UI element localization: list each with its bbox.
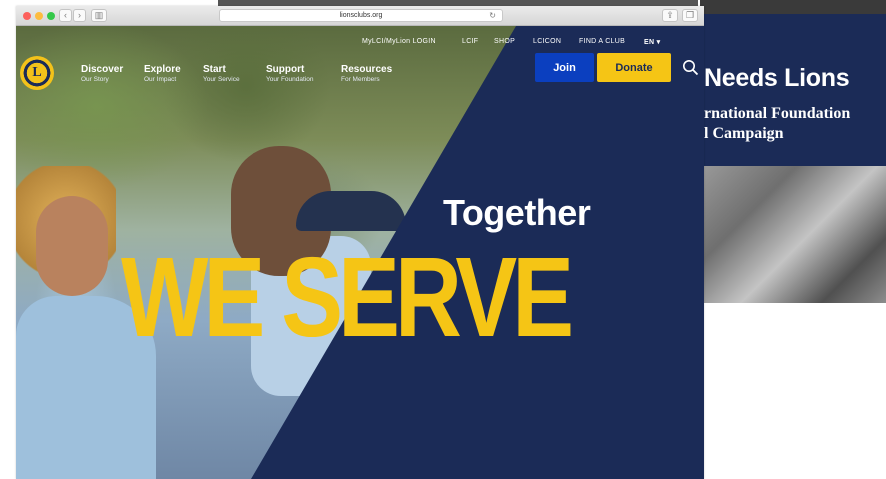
background-subtitle-line1: rnational Foundation: [704, 105, 851, 122]
browser-window: ‹ › ▥ lionsclubs.org ↻ ⇪ ❐ L MyLCI/MyLio…: [16, 6, 704, 479]
forward-button[interactable]: ›: [73, 9, 86, 22]
url-text: lionsclubs.org: [339, 12, 383, 19]
background-top-strip: [700, 0, 886, 14]
search-icon[interactable]: [682, 59, 699, 76]
zoom-window-button[interactable]: [47, 12, 55, 20]
login-link[interactable]: MyLCI/MyLion LOGIN: [362, 38, 436, 45]
tabs-icon: ❐: [685, 10, 695, 20]
nav-start[interactable]: Start Your Service: [203, 64, 240, 84]
join-button[interactable]: Join: [535, 53, 594, 82]
background-page: Needs Lions rnational Foundation l Campa…: [700, 0, 886, 479]
lcif-link[interactable]: LCIF: [462, 38, 478, 45]
search-icon-lens: [683, 60, 695, 72]
background-subtitle: rnational Foundation l Campaign: [704, 104, 850, 144]
browser-toolbar: ‹ › ▥ lionsclubs.org ↻ ⇪ ❐: [16, 6, 704, 26]
donate-button[interactable]: Donate: [597, 53, 671, 82]
search-icon-handle: [692, 69, 699, 76]
nav-support[interactable]: Support Your Foundation: [266, 64, 313, 84]
web-page: L MyLCI/MyLion LOGIN LCIF SHOP LCICON FI…: [16, 26, 704, 479]
nav-start-subtitle: Your Service: [203, 76, 240, 83]
background-title: Needs Lions: [704, 64, 850, 92]
nav-resources-subtitle: For Members: [341, 76, 380, 83]
nav-discover-title: Discover: [81, 64, 124, 75]
close-window-button[interactable]: [23, 12, 31, 20]
nav-discover-subtitle: Our Story: [81, 76, 109, 83]
back-button[interactable]: ‹: [59, 9, 72, 22]
language-selector[interactable]: EN ▾: [644, 38, 660, 46]
nav-discover[interactable]: Discover Our Story: [81, 64, 123, 84]
background-photo: [700, 166, 886, 303]
chevron-left-icon: ‹: [64, 10, 67, 20]
hero-we-serve-text: WE SERVE: [121, 234, 574, 360]
reload-icon[interactable]: ↻: [489, 10, 496, 22]
nav-support-title: Support: [266, 64, 305, 75]
nav-resources-title: Resources: [341, 64, 393, 75]
lions-logo[interactable]: L: [20, 56, 54, 90]
address-bar[interactable]: lionsclubs.org ↻: [219, 9, 503, 22]
nav-start-title: Start: [203, 64, 226, 75]
nav-explore-title: Explore: [144, 64, 181, 75]
sidebar-button[interactable]: ▥: [91, 9, 107, 22]
share-button[interactable]: ⇪: [662, 9, 678, 22]
hero-together-text: Together: [443, 192, 591, 233]
tabs-button[interactable]: ❐: [682, 9, 698, 22]
background-banner: Needs Lions rnational Foundation l Campa…: [700, 14, 886, 166]
nav-explore[interactable]: Explore Our Impact: [144, 64, 181, 84]
minimize-window-button[interactable]: [35, 12, 43, 20]
find-a-club-link[interactable]: FIND A CLUB: [579, 38, 625, 45]
chevron-right-icon: ›: [78, 10, 81, 20]
logo-letter: L: [32, 65, 42, 80]
lcicon-link[interactable]: LCICON: [533, 38, 561, 45]
background-subtitle-line2: l Campaign: [704, 125, 784, 142]
shop-link[interactable]: SHOP: [494, 38, 515, 45]
nav-resources[interactable]: Resources For Members: [341, 64, 392, 84]
sidebar-icon: ▥: [94, 10, 104, 20]
nav-support-subtitle: Your Foundation: [266, 76, 314, 83]
nav-explore-subtitle: Our Impact: [144, 76, 177, 83]
share-icon: ⇪: [666, 10, 674, 20]
